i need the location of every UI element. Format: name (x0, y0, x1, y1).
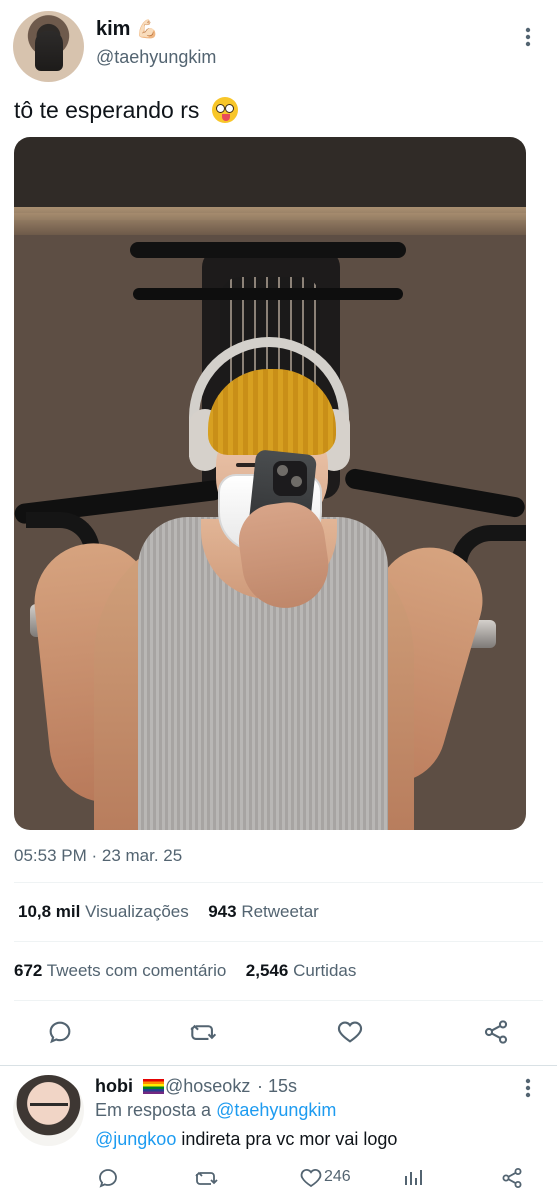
stats-row-comments-likes: 672 Tweets com comentário 2,546 Curtidas (14, 961, 356, 981)
tweet-text: tô te esperando rs (14, 96, 238, 124)
reply-author-handle[interactable]: @hoseokz (165, 1076, 250, 1097)
reply-views-button[interactable] (398, 1163, 428, 1193)
avatar-figure (35, 31, 63, 71)
retweet-icon (190, 1024, 217, 1040)
reply-icon (99, 1169, 117, 1188)
vertical-dots-icon (525, 27, 531, 47)
reply-button[interactable] (45, 1017, 75, 1047)
photo-bar-top-second (133, 288, 403, 300)
share-button[interactable] (481, 1017, 511, 1047)
heart-icon (337, 1021, 363, 1043)
reply-text-body: indireta pra vc mor vai logo (176, 1129, 398, 1149)
more-options-icon[interactable] (516, 25, 540, 49)
rainbow-flag-icon (143, 1079, 165, 1094)
reply-like-button[interactable] (296, 1163, 326, 1193)
retweet-icon (195, 1171, 218, 1185)
quote-tweets-count[interactable]: 672 (14, 961, 42, 980)
reply-like-count[interactable]: 246 (324, 1168, 351, 1186)
author-name[interactable]: kim 💪🏻 (96, 18, 158, 41)
share-icon (502, 1168, 522, 1188)
author-avatar[interactable] (13, 11, 84, 82)
author-name-emoji: 💪🏻 (136, 19, 159, 39)
reply-retweet-button[interactable] (193, 1163, 223, 1193)
author-handle[interactable]: @taehyungkim (96, 47, 216, 68)
views-label: Visualizações (85, 902, 189, 921)
reply-avatar-glasses (30, 1103, 68, 1116)
photo-wall-light (14, 207, 526, 235)
quote-tweets-label[interactable]: Tweets com comentário (47, 961, 227, 980)
reply-reply-button[interactable] (93, 1163, 123, 1193)
author-name-text: kim (96, 18, 131, 40)
reply-author-name[interactable]: hobi (95, 1076, 165, 1097)
retweets-label[interactable]: Retweetar (241, 902, 318, 921)
share-icon (484, 1020, 508, 1044)
photo-phone-camera (273, 461, 307, 496)
reply-time[interactable]: · 15s (257, 1076, 297, 1097)
likes-count[interactable]: 2,546 (246, 961, 289, 980)
tweet-photo[interactable] (14, 137, 526, 830)
divider (14, 1000, 543, 1001)
likes-label[interactable]: Curtidas (293, 961, 356, 980)
stats-row-views-retweets: 10,8 mil Visualizações 943 Retweetar (18, 902, 319, 922)
emoji-tongue (221, 114, 230, 121)
reply-author-avatar[interactable] (13, 1075, 84, 1146)
like-button[interactable] (335, 1017, 365, 1047)
reply-text: @jungkoo indireta pra vc mor vai logo (95, 1129, 397, 1150)
reply-icon (49, 1021, 71, 1044)
tweet-text-body: tô te esperando rs (14, 97, 200, 123)
analytics-icon (405, 1170, 422, 1185)
divider (14, 882, 543, 883)
retweets-count[interactable]: 943 (208, 902, 236, 921)
section-divider (0, 1065, 557, 1066)
divider (14, 941, 543, 942)
reply-context-mention[interactable]: @taehyungkim (216, 1100, 336, 1120)
reply-context-prefix: Em resposta a (95, 1100, 217, 1120)
reply-author-name-text: hobi (95, 1076, 133, 1096)
heart-icon (300, 1169, 322, 1188)
photo-machine-arm-right (343, 467, 526, 519)
reply-text-mention[interactable]: @jungkoo (95, 1129, 176, 1149)
tweet-timestamp[interactable]: 05:53 PM · 23 mar. 25 (14, 846, 182, 866)
retweet-button[interactable] (190, 1017, 220, 1047)
vertical-dots-icon (525, 1078, 531, 1098)
reply-share-button[interactable] (497, 1163, 527, 1193)
reply-more-options[interactable] (516, 1076, 540, 1100)
reply-context: Em resposta a @taehyungkim (95, 1100, 336, 1121)
zany-face-icon (211, 97, 238, 123)
views-count: 10,8 mil (18, 902, 81, 921)
photo-bar-top (130, 242, 406, 258)
